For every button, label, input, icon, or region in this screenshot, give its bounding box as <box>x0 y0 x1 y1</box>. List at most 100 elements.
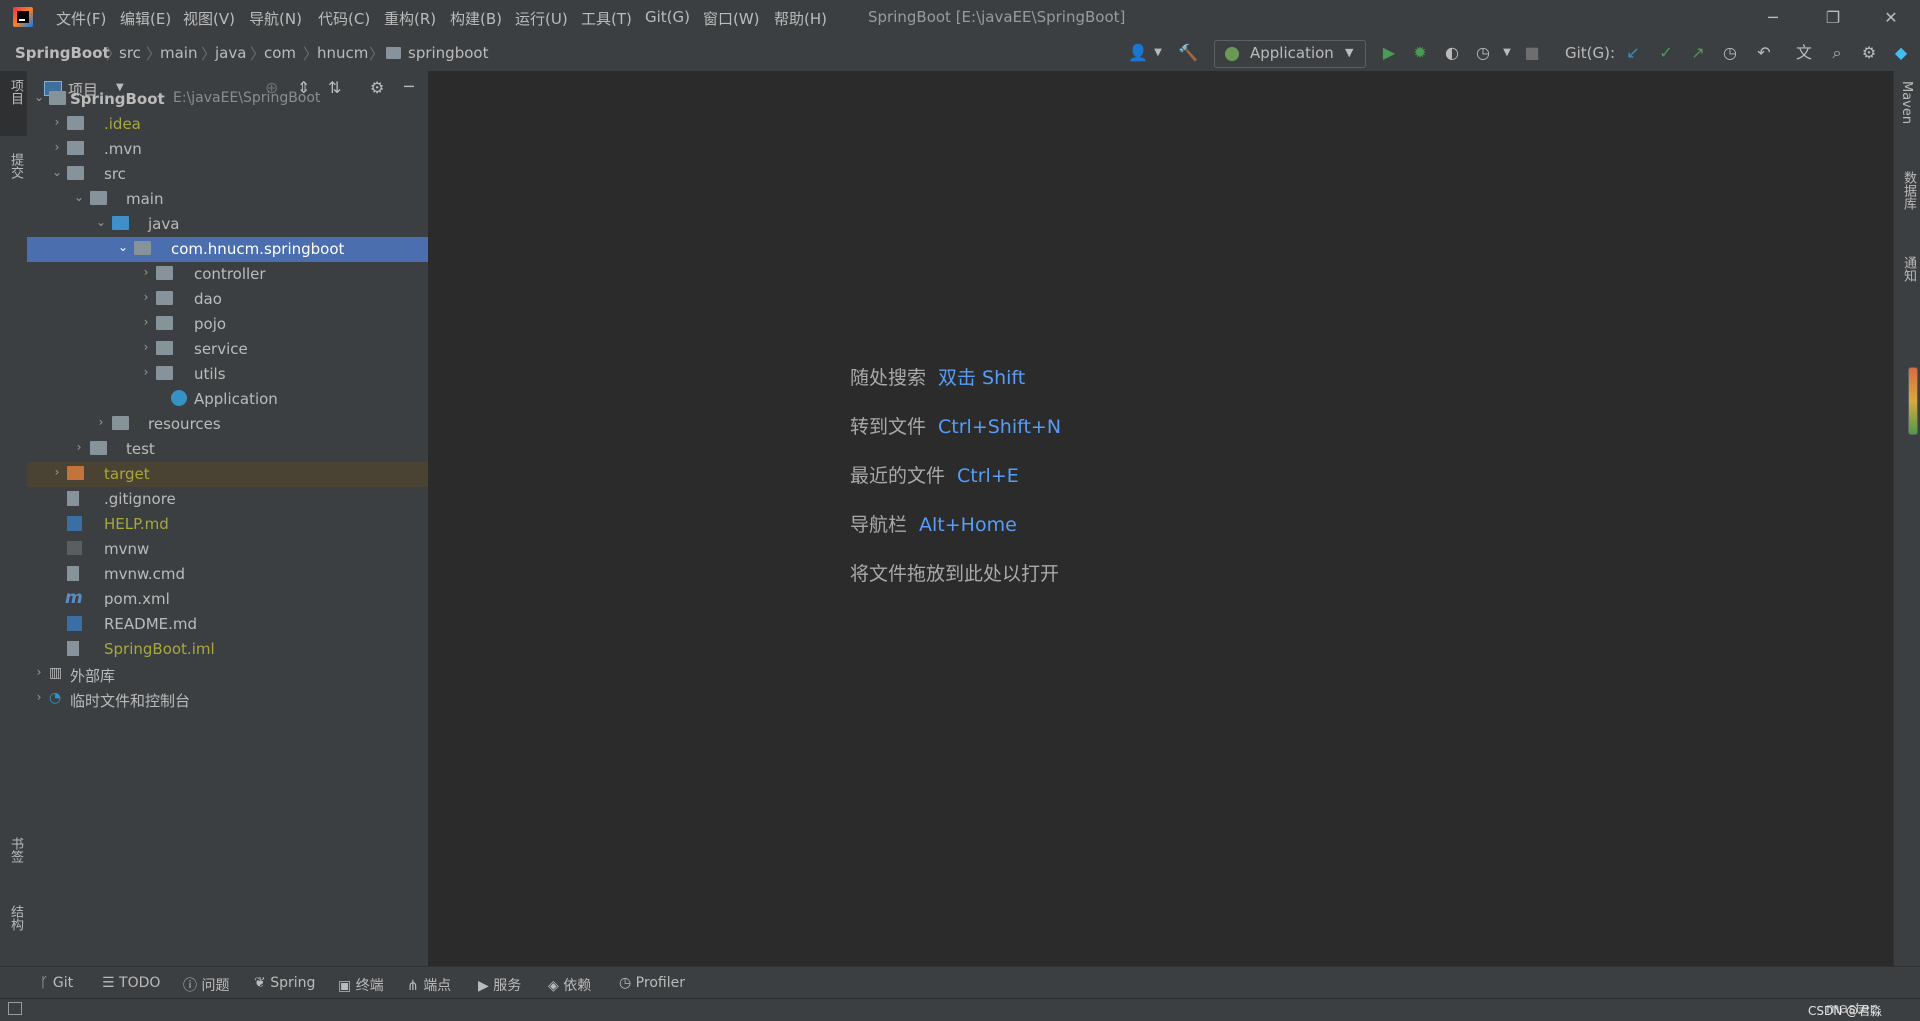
tree-row-resources[interactable]: › resources <box>27 412 428 437</box>
git-update-icon[interactable]: ↙ <box>1623 43 1643 63</box>
tree-row-help-md[interactable]: HELP.md <box>27 512 428 537</box>
tab-git[interactable]: ᚴ Git <box>40 975 73 991</box>
folder-icon <box>67 141 84 155</box>
maven-tool-tab[interactable]: Maven <box>1899 81 1914 124</box>
tab-terminal[interactable]: ▣ 终端 <box>338 975 384 995</box>
menu-build[interactable]: 构建(B) <box>450 8 502 29</box>
tree-row-idea[interactable]: › .idea <box>27 112 428 137</box>
breadcrumb-separator-icon: 〉 <box>201 45 217 63</box>
tab-problems[interactable]: ⓘ 问题 <box>183 975 229 995</box>
memory-indicator[interactable] <box>1908 367 1918 435</box>
tree-row-gitignore[interactable]: .gitignore <box>27 487 428 512</box>
menu-edit[interactable]: 编辑(E) <box>120 8 171 29</box>
history-icon[interactable]: ◷ <box>1720 43 1740 63</box>
menu-view[interactable]: 视图(V) <box>183 8 235 29</box>
rollback-icon[interactable]: ↶ <box>1754 43 1774 63</box>
git-push-icon[interactable]: ↗ <box>1688 43 1708 63</box>
chevron-down-icon: ⌄ <box>33 90 45 104</box>
close-button[interactable]: ✕ <box>1868 0 1914 35</box>
tree-label: com.hnucm.springboot <box>171 240 345 258</box>
menu-run[interactable]: 运行(U) <box>515 8 568 29</box>
menu-file[interactable]: 文件(F) <box>56 8 106 29</box>
spring-leaf-icon: ❦ <box>254 975 271 991</box>
chevron-down-icon[interactable]: ▼ <box>1497 43 1517 63</box>
structure-tool-tab[interactable]: 结构 <box>6 905 25 931</box>
tab-label: 终端 <box>355 978 384 994</box>
chevron-down-icon[interactable]: ▼ <box>1148 43 1168 63</box>
profiler-run-icon[interactable]: ◷ <box>1473 43 1493 63</box>
chevron-down-icon: ⌄ <box>117 240 129 254</box>
editor-empty-area[interactable]: 随处搜索 双击 Shift 转到文件 Ctrl+Shift+N 最近的文件 Ctrl+… <box>430 71 1893 966</box>
services-icon: ▶ <box>478 978 494 994</box>
tree-row-scratches[interactable]: › ◔ 临时文件和控制台 <box>27 687 428 712</box>
translate-icon[interactable]: 文 <box>1794 43 1814 63</box>
tree-row-test[interactable]: › test <box>27 437 428 462</box>
tab-spring[interactable]: ❦ Spring <box>254 975 315 991</box>
package-folder-icon <box>156 366 173 380</box>
menu-code[interactable]: 代码(C) <box>318 8 370 29</box>
spring-app-icon <box>1225 47 1239 61</box>
breadcrumb-java[interactable]: java <box>215 44 246 62</box>
tab-endpoints[interactable]: ⋔ 端点 <box>407 975 451 995</box>
tree-row-src[interactable]: ⌄ src <box>27 162 428 187</box>
tree-row-package-selected[interactable]: ⌄ com.hnucm.springboot <box>27 237 428 262</box>
tree-row-target[interactable]: › target <box>27 462 428 487</box>
tree-row-utils[interactable]: › utils <box>27 362 428 387</box>
chevron-down-icon: ▼ <box>1345 46 1354 59</box>
breadcrumb-com[interactable]: com <box>264 44 296 62</box>
project-tool-tab[interactable]: 项目 <box>0 71 27 136</box>
menu-help[interactable]: 帮助(H) <box>774 8 827 29</box>
stop-icon[interactable]: ■ <box>1522 43 1542 63</box>
tool-window-toggle-icon[interactable] <box>8 1002 22 1015</box>
build-hammer-icon[interactable]: 🔨 <box>1178 43 1198 63</box>
menu-window[interactable]: 窗口(W) <box>703 8 760 29</box>
breadcrumb-project[interactable]: SpringBoot <box>15 44 110 62</box>
commit-tool-tab[interactable]: 提交 <box>6 153 25 179</box>
tab-dependencies[interactable]: ◈ 依赖 <box>548 975 591 995</box>
tree-row-external-libraries[interactable]: › ▥ 外部库 <box>27 662 428 687</box>
user-profile-icon[interactable]: 👤 <box>1128 43 1148 63</box>
jetbrains-toolbox-icon[interactable]: ◆ <box>1891 43 1911 63</box>
debug-icon[interactable]: ✹ <box>1410 43 1430 63</box>
minimize-button[interactable]: ─ <box>1750 0 1796 35</box>
menu-navigate[interactable]: 导航(N) <box>249 8 302 29</box>
tree-row-iml[interactable]: SpringBoot.iml <box>27 637 428 662</box>
tree-row-mvnw-cmd[interactable]: mvnw.cmd <box>27 562 428 587</box>
source-folder-icon <box>112 216 129 230</box>
gear-icon[interactable]: ⚙ <box>1859 43 1879 63</box>
run-icon[interactable]: ▶ <box>1379 43 1399 63</box>
tree-row-readme[interactable]: README.md <box>27 612 428 637</box>
tree-row-controller[interactable]: › controller <box>27 262 428 287</box>
breadcrumb-main[interactable]: main <box>160 44 197 62</box>
tree-row-pom[interactable]: m pom.xml <box>27 587 428 612</box>
folder-icon <box>90 441 107 455</box>
tab-todo[interactable]: ☰ TODO <box>102 975 160 991</box>
menu-git[interactable]: Git(G) <box>645 8 690 26</box>
tree-row-pojo[interactable]: › pojo <box>27 312 428 337</box>
run-configuration-selector[interactable]: Application ▼ <box>1214 40 1366 68</box>
tab-services[interactable]: ▶ 服务 <box>478 975 521 995</box>
tree-row-project-root[interactable]: ⌄ SpringBoot E:\javaEE\SpringBoot <box>27 87 428 112</box>
tree-row-java[interactable]: ⌄ java <box>27 212 428 237</box>
git-commit-icon[interactable]: ✓ <box>1656 43 1676 63</box>
database-tool-tab[interactable]: 数据库 <box>1899 171 1918 210</box>
menu-refactor[interactable]: 重构(R) <box>384 8 436 29</box>
tree-row-mvn[interactable]: › .mvn <box>27 137 428 162</box>
search-icon[interactable]: ⌕ <box>1827 43 1847 63</box>
coverage-icon[interactable]: ◐ <box>1442 43 1462 63</box>
notifications-tool-tab[interactable]: 通知 <box>1899 256 1918 282</box>
tab-profiler[interactable]: ◷ Profiler <box>619 975 685 991</box>
tree-label: main <box>126 190 164 208</box>
bookmarks-tool-tab[interactable]: 书签 <box>6 837 25 863</box>
breadcrumb-hnucm[interactable]: hnucm <box>317 44 368 62</box>
tree-row-mvnw[interactable]: mvnw <box>27 537 428 562</box>
module-folder-icon <box>49 91 66 105</box>
restore-button[interactable]: ❐ <box>1810 0 1856 35</box>
tree-row-service[interactable]: › service <box>27 337 428 362</box>
breadcrumb-springboot[interactable]: springboot <box>408 44 488 62</box>
tree-row-dao[interactable]: › dao <box>27 287 428 312</box>
tree-row-application[interactable]: Application <box>27 387 428 412</box>
breadcrumb-src[interactable]: src <box>119 44 141 62</box>
tree-row-main[interactable]: ⌄ main <box>27 187 428 212</box>
menu-tools[interactable]: 工具(T) <box>581 8 632 29</box>
